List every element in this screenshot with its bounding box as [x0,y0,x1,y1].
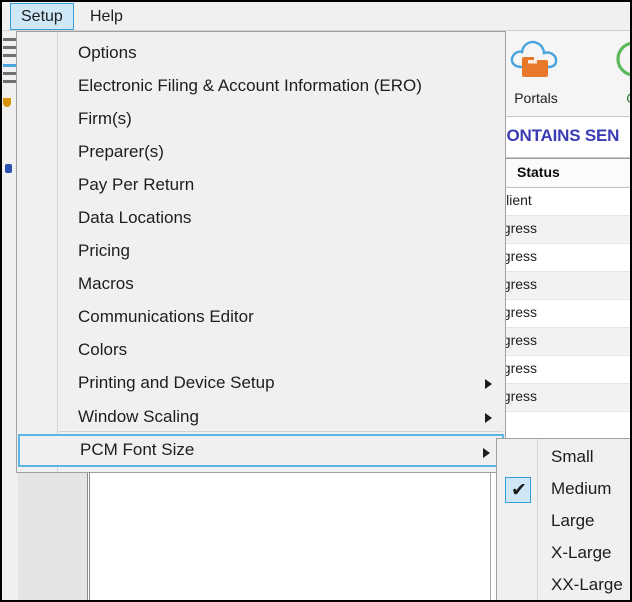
menu-item-pricing[interactable]: Pricing [18,235,504,268]
submenu-item-label: Small [551,447,594,466]
submenu-item-medium[interactable]: ✔ Medium [498,474,630,506]
ribbon-label-green: Gr [591,90,630,106]
submenu-item-label: Medium [551,479,612,498]
grid-header-row: Status [491,158,630,188]
submenu-item-small[interactable]: Small [498,442,630,474]
menu-item-label: Data Locations [78,208,192,227]
bottom-left-pane [18,472,88,600]
table-row[interactable]: ogress [491,216,630,244]
menu-item-label: Electronic Filing & Account Information … [78,76,422,95]
checked-indicator: ✔ [505,477,531,503]
menu-item-preparer-s[interactable]: Preparer(s) [18,136,504,169]
menubar-item-setup[interactable]: Setup [10,3,74,30]
menu-item-label: Preparer(s) [78,142,164,161]
grid-rows: Client ogress ogress ogress ogress ogress ogre… [491,188,630,412]
table-row[interactable]: ogress [491,244,630,272]
menubar-item-help[interactable]: Help [80,4,133,29]
table-row[interactable]: ogress [491,328,630,356]
banner-text: (CONTAINS SEN [490,126,620,145]
menu-item-options[interactable]: Options [18,37,504,70]
menu-item-electronic-filing-account-information-ero[interactable]: Electronic Filing & Account Information … [18,70,504,103]
ribbon-toolbar: Portals Gr [491,31,630,117]
grid-header-status[interactable]: Status [517,164,560,180]
menubar-label-help: Help [90,8,123,25]
menu-item-label: Communications Editor [78,307,254,326]
cloud-folder-icon [510,40,558,77]
submenu-arrow-icon [485,379,492,389]
menu-item-communications-editor[interactable]: Communications Editor [18,301,504,334]
menu-item-label: Window Scaling [78,407,199,426]
menu-item-pcm-font-size[interactable]: PCM Font Size [18,434,504,467]
menu-item-label: Pricing [78,241,130,260]
sensitive-data-banner: (CONTAINS SEN [490,117,630,158]
submenu-item-label: Large [551,511,595,530]
submenu-item-large[interactable]: Large [498,506,630,538]
submenu-item-label: XX-Large [551,575,623,594]
green-circle-icon [616,41,630,77]
menu-item-label: Printing and Device Setup [78,373,275,392]
ribbon-button-green[interactable]: Gr [591,35,630,106]
menu-item-window-scaling[interactable]: Window Scaling [18,401,504,434]
menu-item-label: PCM Font Size [80,440,195,459]
submenu-item-x-large[interactable]: X-Large [498,538,630,570]
setup-dropdown-menu: Options Electronic Filing & Account Infor… [16,31,506,473]
menu-item-label: Macros [78,274,134,293]
menu-bar: Setup Help [2,2,630,31]
menubar-label-setup: Setup [21,8,63,25]
submenu-item-label: X-Large [551,543,612,562]
bottom-content-pane [89,472,490,600]
table-row[interactable]: ogress [491,300,630,328]
submenu-arrow-icon [485,413,492,423]
menu-item-printing-and-device-setup[interactable]: Printing and Device Setup [18,367,504,400]
menu-item-firm-s[interactable]: Firm(s) [18,103,504,136]
pcm-font-size-submenu: Small ✔ Medium Large X-Large XX-Large [496,438,630,600]
application-window: Portals Gr (CONTAINS SEN Status Clientog… [0,0,632,602]
menu-item-pay-per-return[interactable]: Pay Per Return [18,169,504,202]
menu-item-data-locations[interactable]: Data Locations [18,202,504,235]
menu-item-colors[interactable]: Colors [18,334,504,367]
table-row[interactable]: ogress [491,272,630,300]
check-icon: ✔ [511,480,527,501]
menu-item-label: Firm(s) [78,109,132,128]
table-row[interactable]: ogress [491,356,630,384]
menu-item-label: Pay Per Return [78,175,195,194]
submenu-item-xx-large[interactable]: XX-Large [498,570,630,600]
table-row[interactable]: Client [491,188,630,216]
submenu-arrow-icon [483,448,490,458]
menu-item-label: Colors [78,340,128,359]
left-strip-marker [5,164,12,173]
menu-item-macros[interactable]: Macros [18,268,504,301]
table-row[interactable]: ogress [491,384,630,412]
menu-item-label: Options [78,43,137,62]
